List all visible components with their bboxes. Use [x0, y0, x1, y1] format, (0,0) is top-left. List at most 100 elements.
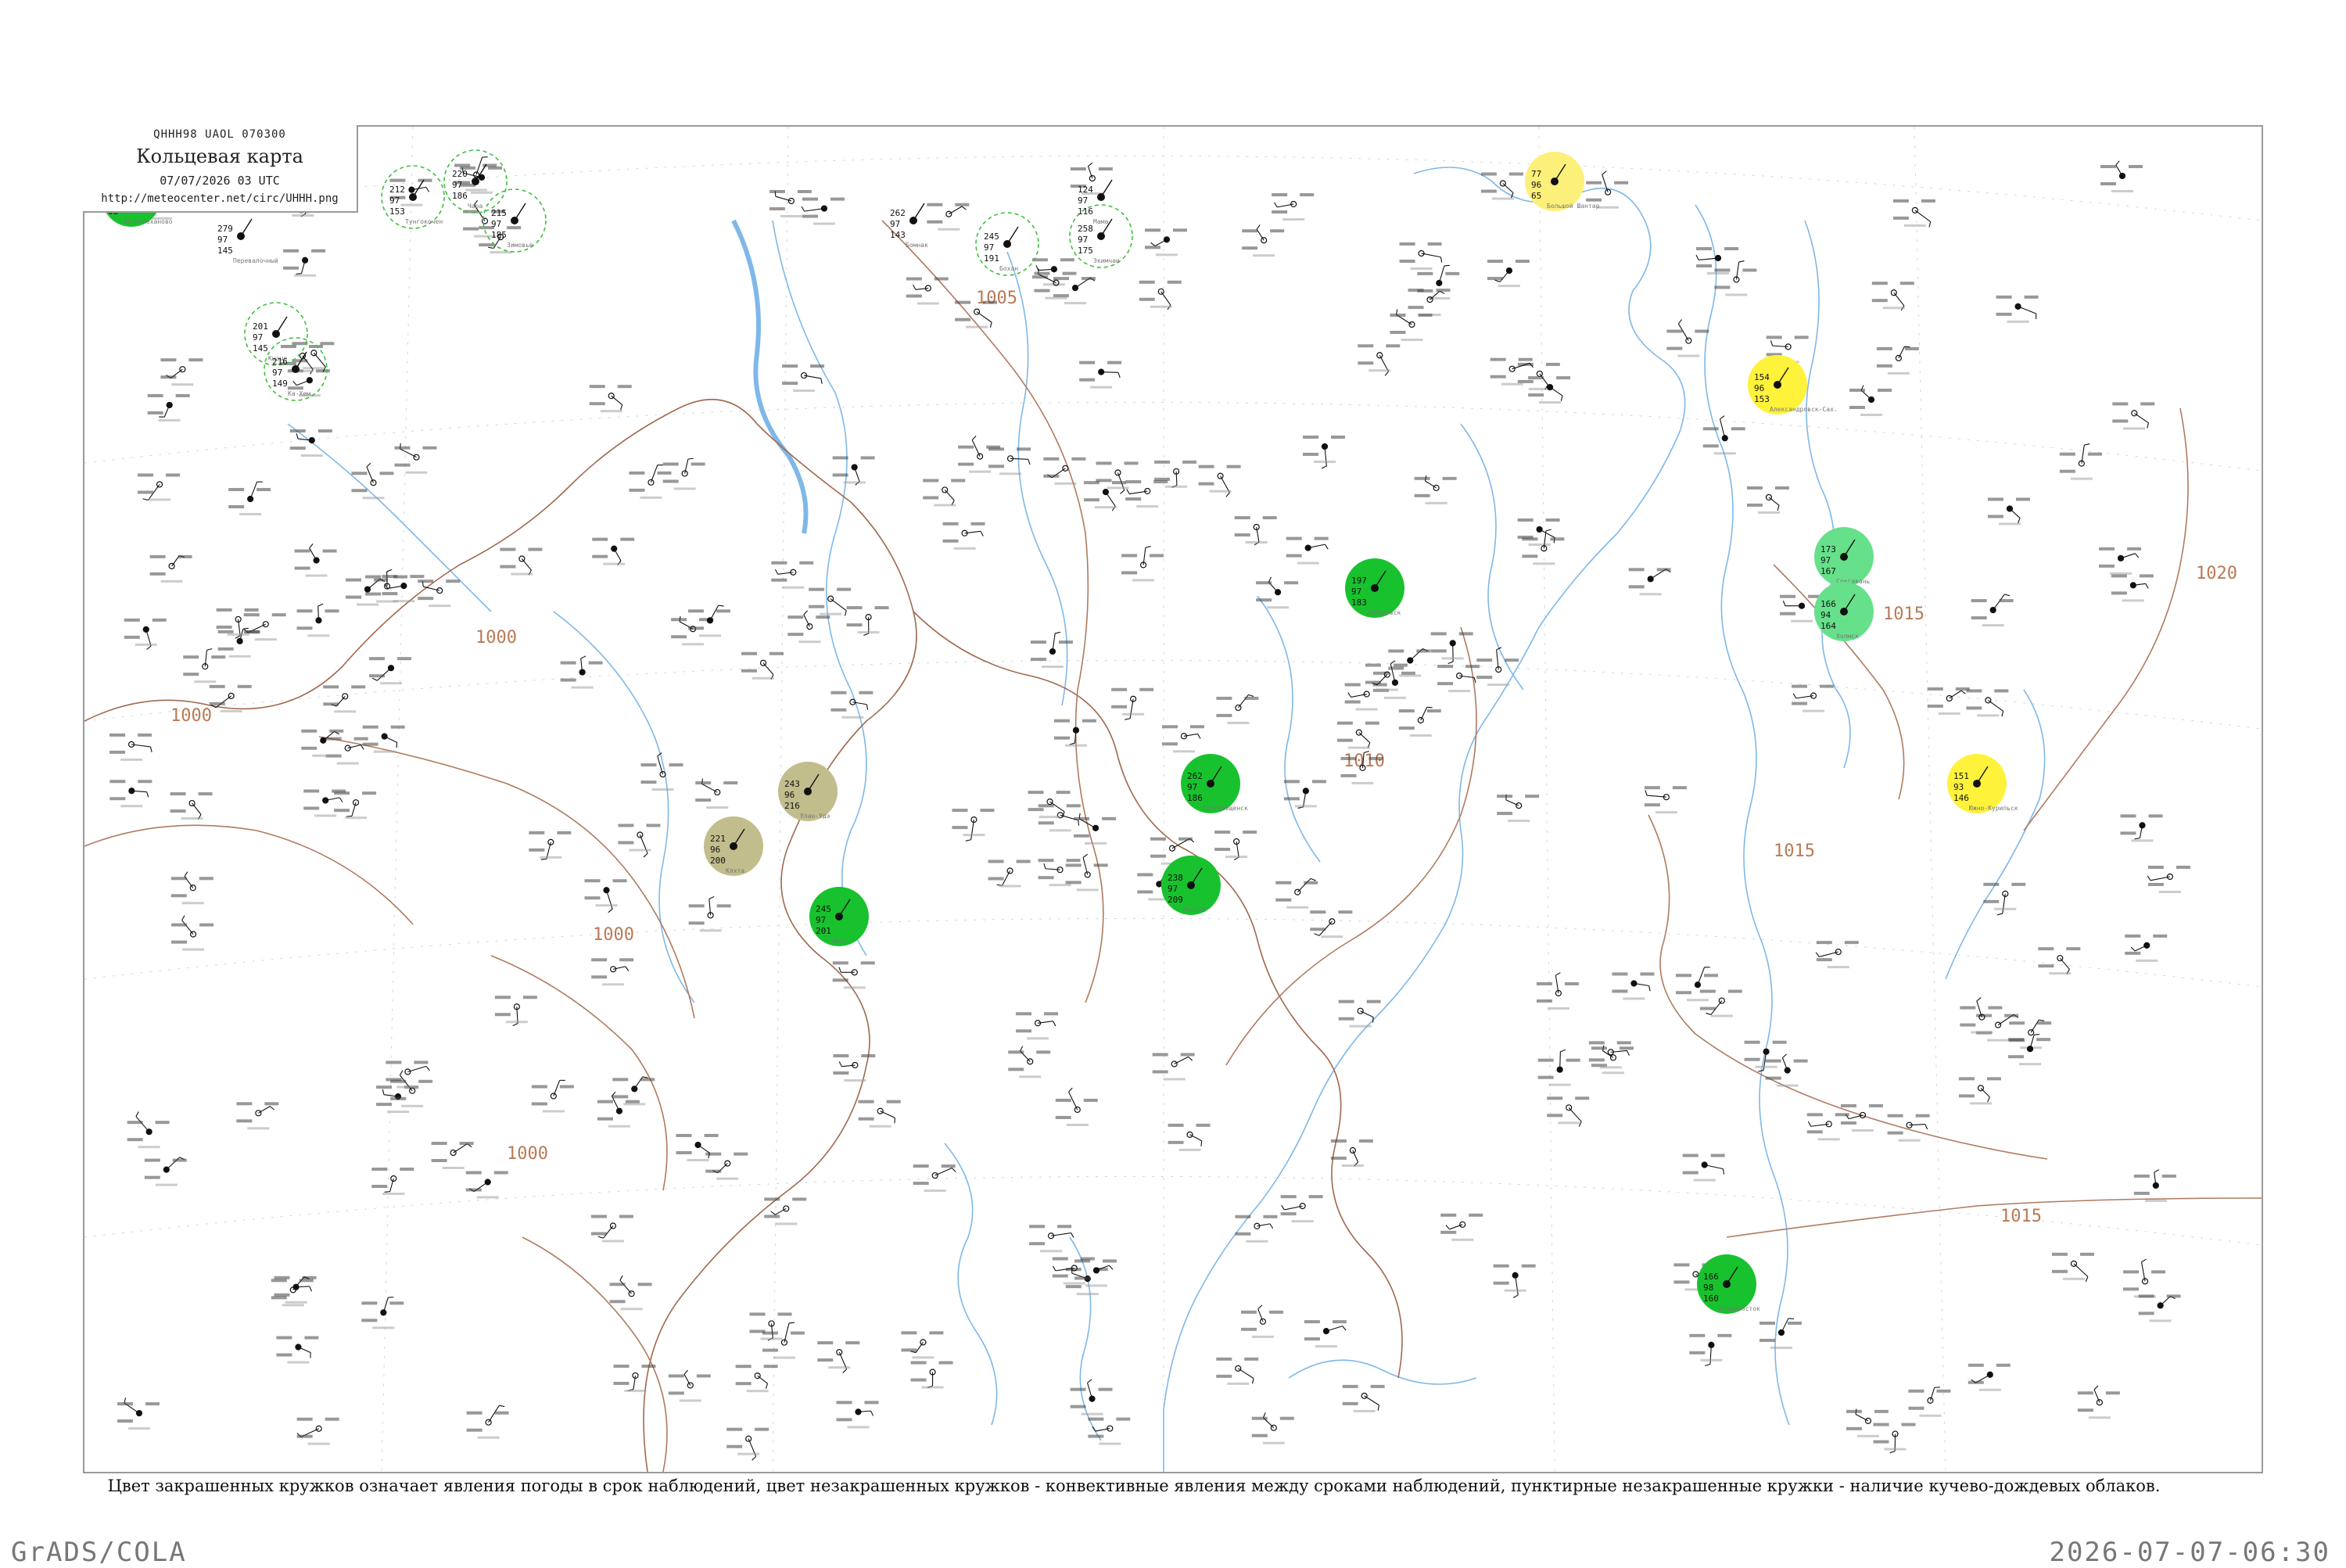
software-credit: GrADS/COLA: [11, 1537, 187, 1568]
station-mark: [1337, 722, 1379, 749]
station-mark: [591, 958, 633, 985]
station-pressure: 262: [890, 208, 906, 218]
station-mark: [1408, 289, 1451, 316]
wind-barb: [276, 317, 287, 334]
station-mark: [591, 1215, 633, 1242]
station-5[interactable]: 21297153Тунгокочен: [382, 166, 444, 228]
station-dewpoint: 167: [1820, 566, 1836, 576]
station-mark: [276, 1337, 318, 1364]
station-mark: [290, 429, 332, 457]
map-url[interactable]: http://meteocenter.net/circ/UHHH.png: [83, 192, 357, 205]
station-mark: [705, 1153, 748, 1180]
station-7[interactable]: 21597185Зимовье: [483, 189, 546, 252]
station-mark: [218, 628, 260, 657]
station-mark: [923, 479, 965, 506]
station-name: Хабаровск: [1367, 608, 1401, 616]
station-mark: [1074, 813, 1116, 845]
station-6[interactable]: 22097186Чара: [444, 150, 507, 213]
station-mark: [1683, 1154, 1725, 1182]
station-mark: [244, 613, 286, 640]
station-dewpoint: 153: [389, 206, 405, 217]
station-mark: [1153, 1053, 1195, 1081]
station-mark: [833, 1054, 875, 1082]
station-2[interactable]: 20197145Кызыл: [245, 303, 307, 365]
station-mark: [669, 1370, 711, 1401]
station-18[interactable]: 22196200Кяхта: [704, 816, 763, 876]
station-mark: [432, 1142, 474, 1169]
station-17[interactable]: 24396216Улан-Удэ: [778, 762, 838, 821]
station-8[interactable]: 26297143Бомнак: [890, 203, 928, 249]
station-mark: [676, 1134, 719, 1161]
station-15[interactable]: 17397167Совгавань: [1814, 527, 1874, 587]
station-mark: [127, 1112, 170, 1149]
station-temperature: 97: [1351, 587, 1361, 597]
station-10[interactable]: 24597191Бохан: [976, 213, 1038, 275]
station-name: Большой Шантар: [1547, 203, 1600, 210]
station-name: Улан-Удэ: [800, 813, 830, 820]
station-1[interactable]: 27997145Перевалочный: [217, 219, 278, 264]
station-mark: [2134, 1170, 2176, 1202]
station-14[interactable]: 15193146Южно-Курильск: [1947, 754, 2018, 813]
station-mark: [901, 1331, 943, 1358]
station-mark: [1703, 416, 1745, 455]
station-name: Зимовье: [507, 242, 533, 249]
station-mark: [769, 190, 812, 217]
station-mark: [1983, 883, 2025, 915]
station-mark: [1537, 973, 1579, 1010]
station-pressure: 221: [710, 834, 726, 844]
station-dewpoint: 201: [816, 926, 831, 936]
station-mark: [590, 385, 632, 412]
weather-map[interactable]: 1005 1000 1000 1000 1000 1010 1015 1015 …: [84, 127, 2262, 1472]
station-mark: [1960, 998, 2002, 1034]
station-mark: [371, 1168, 414, 1195]
station-mark: [1481, 173, 1523, 200]
station-mark: [833, 456, 875, 485]
station-mark: [283, 249, 325, 277]
station-22[interactable]: 26297186Благовещенск: [1181, 754, 1248, 813]
isobar-label: 1000: [170, 706, 212, 726]
station-temperature: 97: [1078, 196, 1088, 206]
station-mark: [1275, 878, 1318, 908]
station-mark: [2060, 444, 2102, 480]
station-mark: [771, 562, 813, 589]
station-11[interactable]: 12497116Мама: [1078, 180, 1112, 225]
station-dewpoint: 183: [1351, 597, 1367, 608]
station-20[interactable]: 23897209Могоча: [1161, 856, 1221, 915]
station-temperature: 97: [491, 219, 501, 229]
station-mark: [1145, 228, 1187, 256]
station-pressure: 245: [984, 231, 999, 242]
station-mark: [2147, 866, 2190, 893]
isobar-label: 1005: [976, 289, 1017, 308]
station-temperature: 94: [1820, 610, 1831, 620]
station-plots[interactable]: 1500708Кр.Мелеханово27997145Перевалочный…: [102, 150, 2018, 1314]
station-23[interactable]: 16698160Владивосток: [1697, 1254, 1760, 1314]
isobar-label: 1000: [475, 628, 517, 648]
station-mark: [836, 1401, 878, 1428]
station-mark: [689, 896, 731, 931]
station-mark: [2009, 1020, 2051, 1049]
station-dewpoint: 186: [1187, 793, 1203, 803]
isobar-label: 1000: [593, 925, 634, 945]
station-temperature: 98: [1703, 1283, 1713, 1293]
station-mark: [911, 1361, 953, 1388]
station-name: Кр.Мелеханово: [124, 218, 173, 225]
station-mark: [618, 824, 660, 858]
station-mark: [323, 685, 365, 712]
station-mark: [1272, 193, 1314, 221]
station-pressure: 215: [491, 208, 507, 218]
station-mark: [390, 1071, 432, 1107]
isobar-label: 1000: [507, 1144, 548, 1164]
station-19[interactable]: 24597201Чита: [809, 887, 869, 946]
station-dewpoint: 65: [1531, 191, 1541, 201]
station-mark: [529, 831, 571, 859]
station-mark: [138, 473, 180, 501]
station-mark: [1766, 1054, 1808, 1087]
station-16[interactable]: 16694164Холмск: [1814, 582, 1874, 641]
station-21[interactable]: 19797183Хабаровск: [1345, 558, 1404, 618]
station-mark: [1959, 1077, 2001, 1104]
station-mark: [1547, 1096, 1589, 1126]
station-mark: [1841, 1104, 1883, 1132]
station-13[interactable]: 15496153Александровск-Сах.: [1748, 355, 1838, 414]
station-dewpoint: 186: [452, 191, 468, 201]
isobar-label: 1015: [1883, 605, 1925, 624]
